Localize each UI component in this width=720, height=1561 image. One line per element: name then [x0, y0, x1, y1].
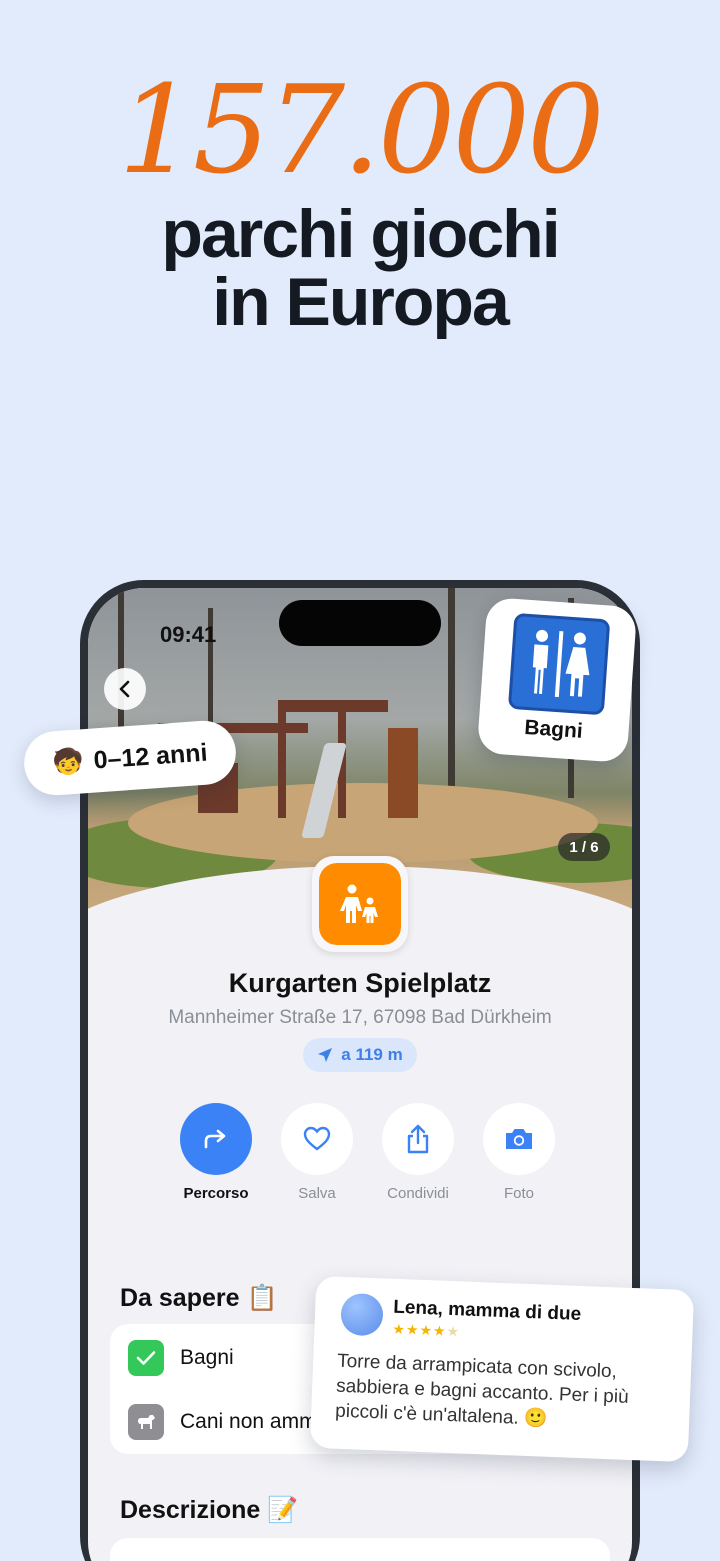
know-item-label: Bagni [180, 1346, 234, 1369]
know-item: Bagni [128, 1339, 234, 1377]
camera-icon [506, 1129, 532, 1149]
review-text: Torre da arrampicata con scivolo, sabbie… [334, 1350, 630, 1430]
photo-counter: 1 / 6 [558, 833, 610, 861]
climbing-tower [388, 728, 418, 818]
toilets-feature-card: Bagni [476, 596, 638, 764]
check-icon [128, 1340, 164, 1376]
family-playground-icon [319, 863, 401, 945]
place-title: Kurgarten Spielplatz [228, 968, 492, 998]
star-icon: ★ [419, 1321, 434, 1339]
review-card: Lena, mamma di due ★★★★★ Torre da arramp… [309, 1275, 695, 1463]
photo-label: Foto [503, 1185, 534, 1202]
dynamic-island [279, 600, 441, 646]
know-item: Cani non amm [128, 1403, 317, 1441]
hero-line-1: parchi giochi [161, 196, 560, 272]
dog-icon [128, 1404, 164, 1440]
status-time: 09:41 [160, 622, 217, 647]
save-label: Salva [298, 1185, 336, 1202]
avatar [340, 1292, 384, 1337]
hero-headline: 157.000 parchi giochi in Europa [0, 60, 720, 336]
share-button[interactable]: Condividi [368, 1103, 468, 1202]
photo-button[interactable]: Foto [469, 1103, 569, 1202]
rating-stars: ★★★★★ [392, 1321, 460, 1341]
climbing-frame [278, 708, 286, 818]
star-icon: ★ [432, 1322, 447, 1339]
place-category-badge [312, 856, 408, 952]
tree-trunk [448, 588, 455, 798]
star-empty-icon: ★ [446, 1322, 461, 1340]
share-icon [407, 1124, 429, 1154]
distance-badge[interactable]: a 119 m [303, 1038, 417, 1072]
location-arrow-icon [318, 1048, 333, 1062]
restroom-icon [507, 612, 611, 716]
route-arrow-icon [204, 1129, 226, 1149]
star-icon: ★ [405, 1321, 420, 1338]
route-label: Percorso [183, 1185, 249, 1202]
chevron-left-icon [119, 680, 130, 698]
climbing-frame [278, 700, 388, 712]
know-section-title: Da sapere 📋 [120, 1284, 278, 1312]
hero-number: 157.000 [118, 59, 605, 201]
hero-line-2: in Europa [212, 264, 510, 340]
know-item-label: Cani non amm [180, 1410, 317, 1433]
back-button[interactable] [104, 668, 146, 710]
place-address: Mannheimer Straße 17, 67098 Bad Dürkheim [168, 1007, 552, 1028]
description-card [110, 1538, 610, 1561]
share-label: Condividi [387, 1185, 449, 1202]
star-icon: ★ [392, 1320, 407, 1338]
distance-label: a 119 m [341, 1045, 403, 1064]
save-button[interactable]: Salva [267, 1103, 367, 1202]
toilets-label: Bagni [523, 715, 584, 743]
description-section-title: Descrizione 📝 [120, 1496, 299, 1524]
child-emoji-icon: 🧒 [51, 746, 85, 777]
route-button[interactable]: Percorso [166, 1103, 266, 1202]
heart-icon [303, 1126, 331, 1151]
age-range-label: 0–12 anni [92, 738, 209, 775]
